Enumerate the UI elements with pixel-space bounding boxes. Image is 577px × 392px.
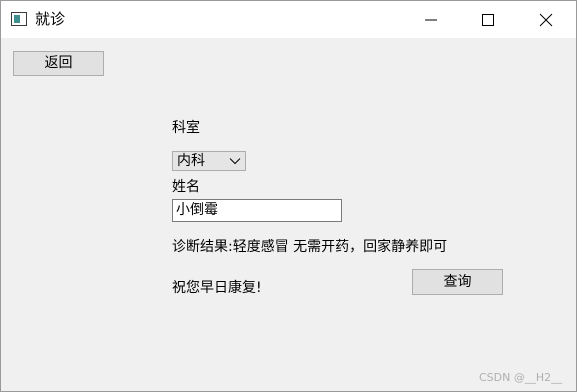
watermark: CSDN @__H2__ xyxy=(479,371,563,384)
department-label: 科室 xyxy=(172,120,200,136)
department-select-value: 内科 xyxy=(177,153,205,169)
minimize-button[interactable] xyxy=(408,1,454,38)
title-bar[interactable]: 就诊 xyxy=(1,1,576,38)
app-icon xyxy=(11,12,27,26)
main-window: 就诊 返回 科室 内科 姓名 小倒霉 诊断结果:轻度感冒 无需开药，回家静养即可… xyxy=(0,0,577,392)
close-button[interactable] xyxy=(523,1,569,38)
window-title: 就诊 xyxy=(35,10,66,28)
maximize-icon xyxy=(482,14,494,26)
diagnosis-result-text: 诊断结果:轻度感冒 无需开药，回家静养即可 xyxy=(172,239,448,255)
chevron-down-icon xyxy=(229,158,241,165)
minimize-icon xyxy=(425,19,437,21)
back-button[interactable]: 返回 xyxy=(13,51,104,76)
close-icon xyxy=(539,13,553,27)
maximize-button[interactable] xyxy=(465,1,511,38)
name-input[interactable]: 小倒霉 xyxy=(172,199,342,222)
name-label: 姓名 xyxy=(172,179,200,195)
wish-text: 祝您早日康复! xyxy=(172,280,262,296)
department-select[interactable]: 内科 xyxy=(172,151,246,171)
query-button[interactable]: 查询 xyxy=(412,269,503,295)
